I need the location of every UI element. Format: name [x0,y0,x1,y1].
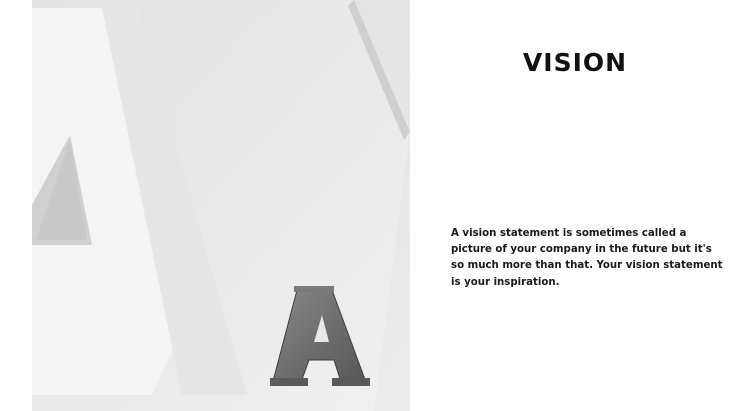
letters-image [32,0,410,411]
vision-slide: VISION A vision statement is sometimes c… [0,0,731,411]
letters-photo [32,0,410,411]
vision-statement-text: A vision statement is sometimes called a… [451,228,723,288]
slide-title: VISION [522,48,628,77]
